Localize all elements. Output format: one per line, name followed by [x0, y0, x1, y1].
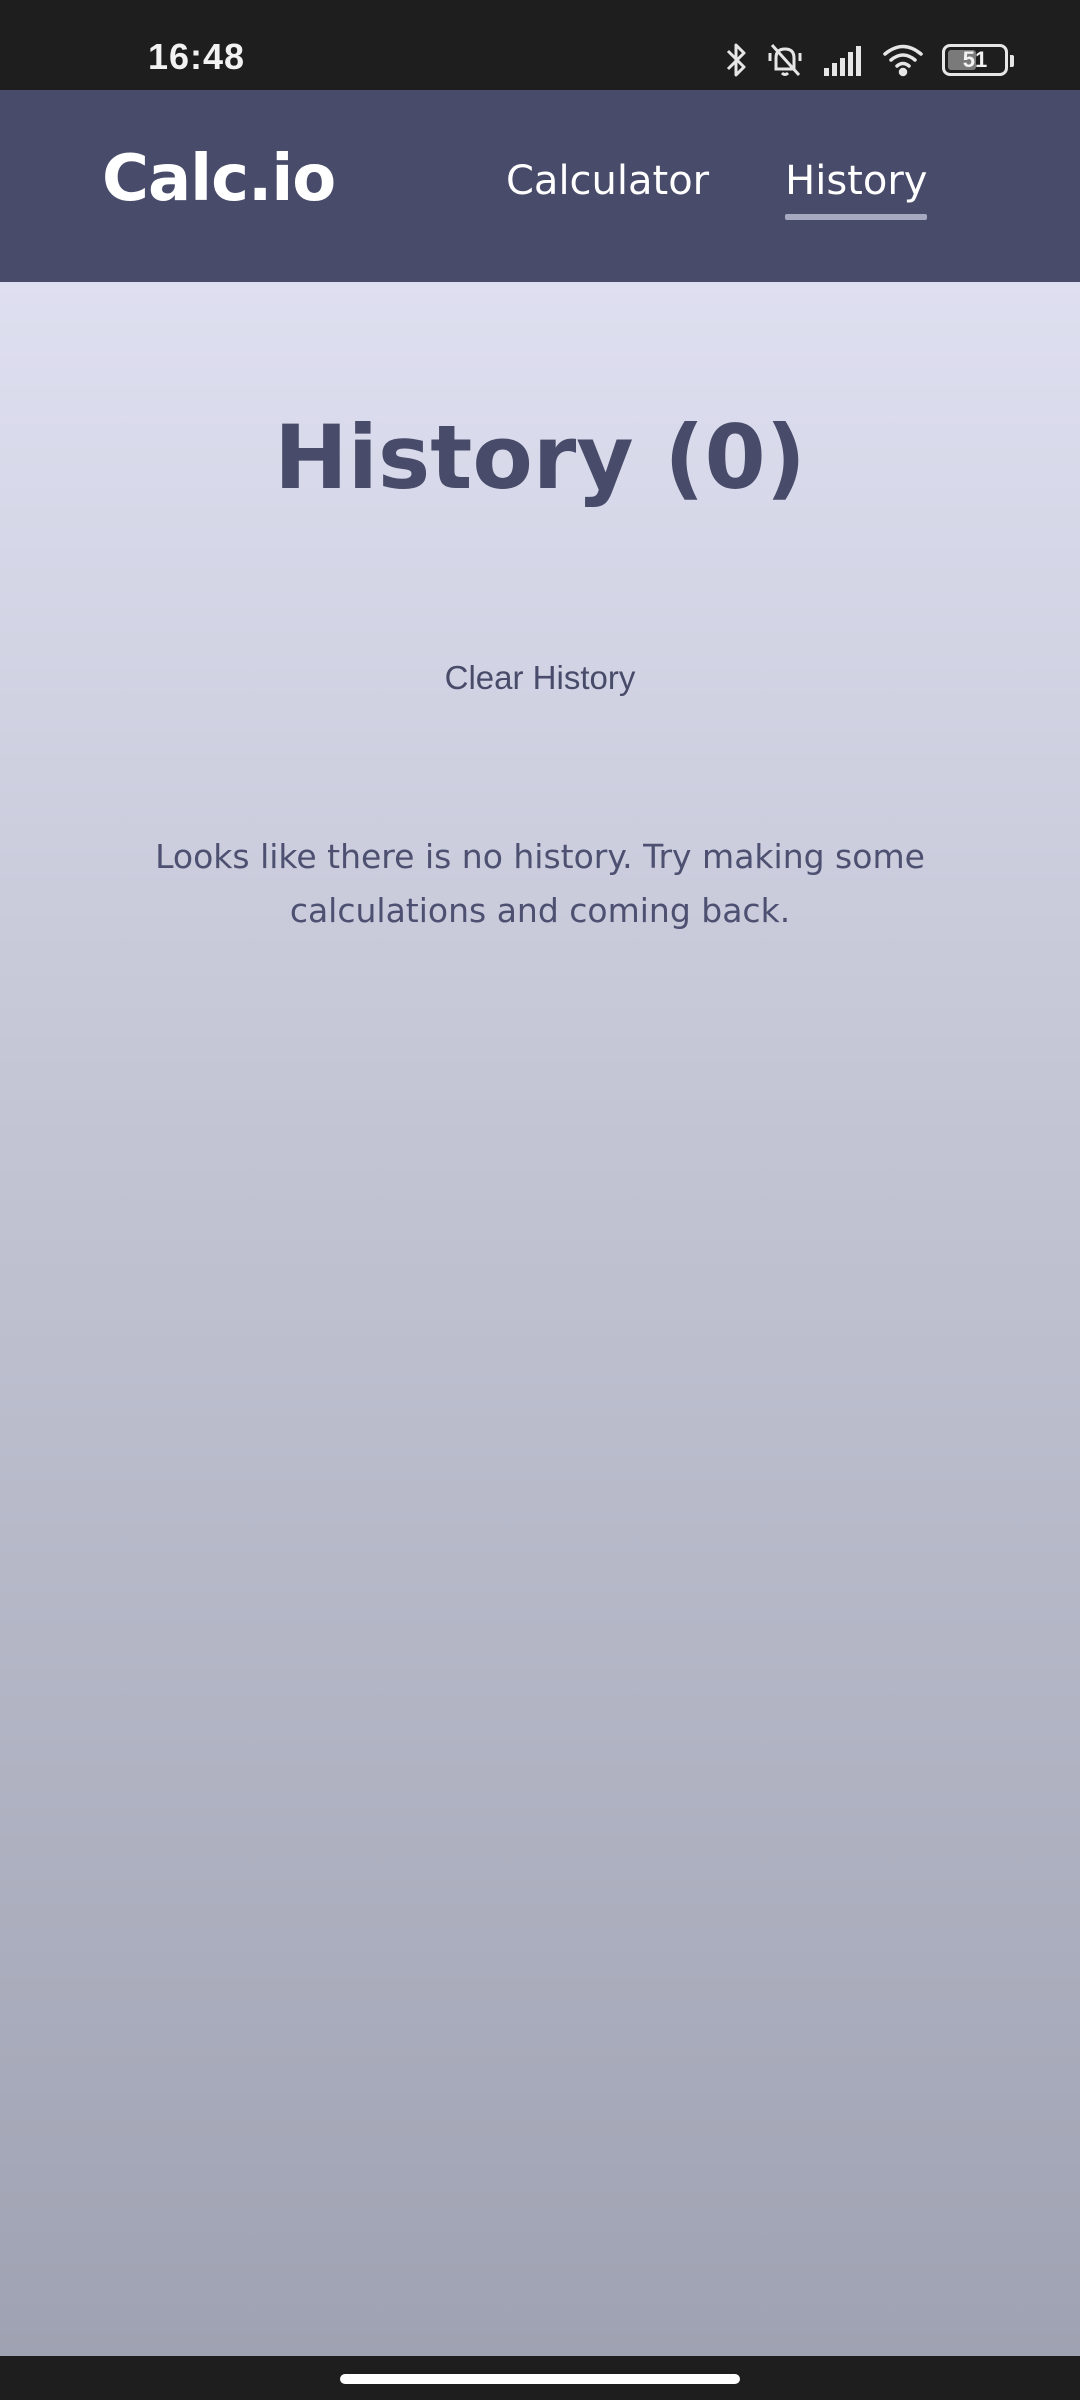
battery-percent: 51: [962, 47, 988, 72]
clear-history-button[interactable]: Clear History: [390, 646, 690, 710]
history-page: History (0) Clear History Looks like the…: [0, 282, 1080, 2356]
bluetooth-icon: [724, 41, 748, 79]
nav-history[interactable]: History: [785, 158, 928, 220]
battery-icon: 51: [942, 44, 1014, 76]
status-bar: 16:48 51: [0, 0, 1080, 90]
silent-bell-icon: [766, 41, 804, 79]
status-icons: 51: [724, 38, 1014, 82]
app-header: Calc.io Calculator History: [0, 90, 1080, 282]
page-title: History (0): [274, 406, 806, 509]
main-nav: Calculator History: [506, 158, 928, 220]
nav-calculator[interactable]: Calculator: [506, 158, 709, 210]
gesture-nav-bar: [0, 2356, 1080, 2400]
home-gesture-handle[interactable]: [340, 2374, 740, 2384]
empty-history-message: Looks like there is no history. Try maki…: [155, 837, 925, 930]
signal-icon: [822, 44, 864, 76]
brand-logo[interactable]: Calc.io: [102, 142, 336, 216]
status-time: 16:48: [148, 36, 246, 77]
wifi-icon: [882, 43, 924, 77]
